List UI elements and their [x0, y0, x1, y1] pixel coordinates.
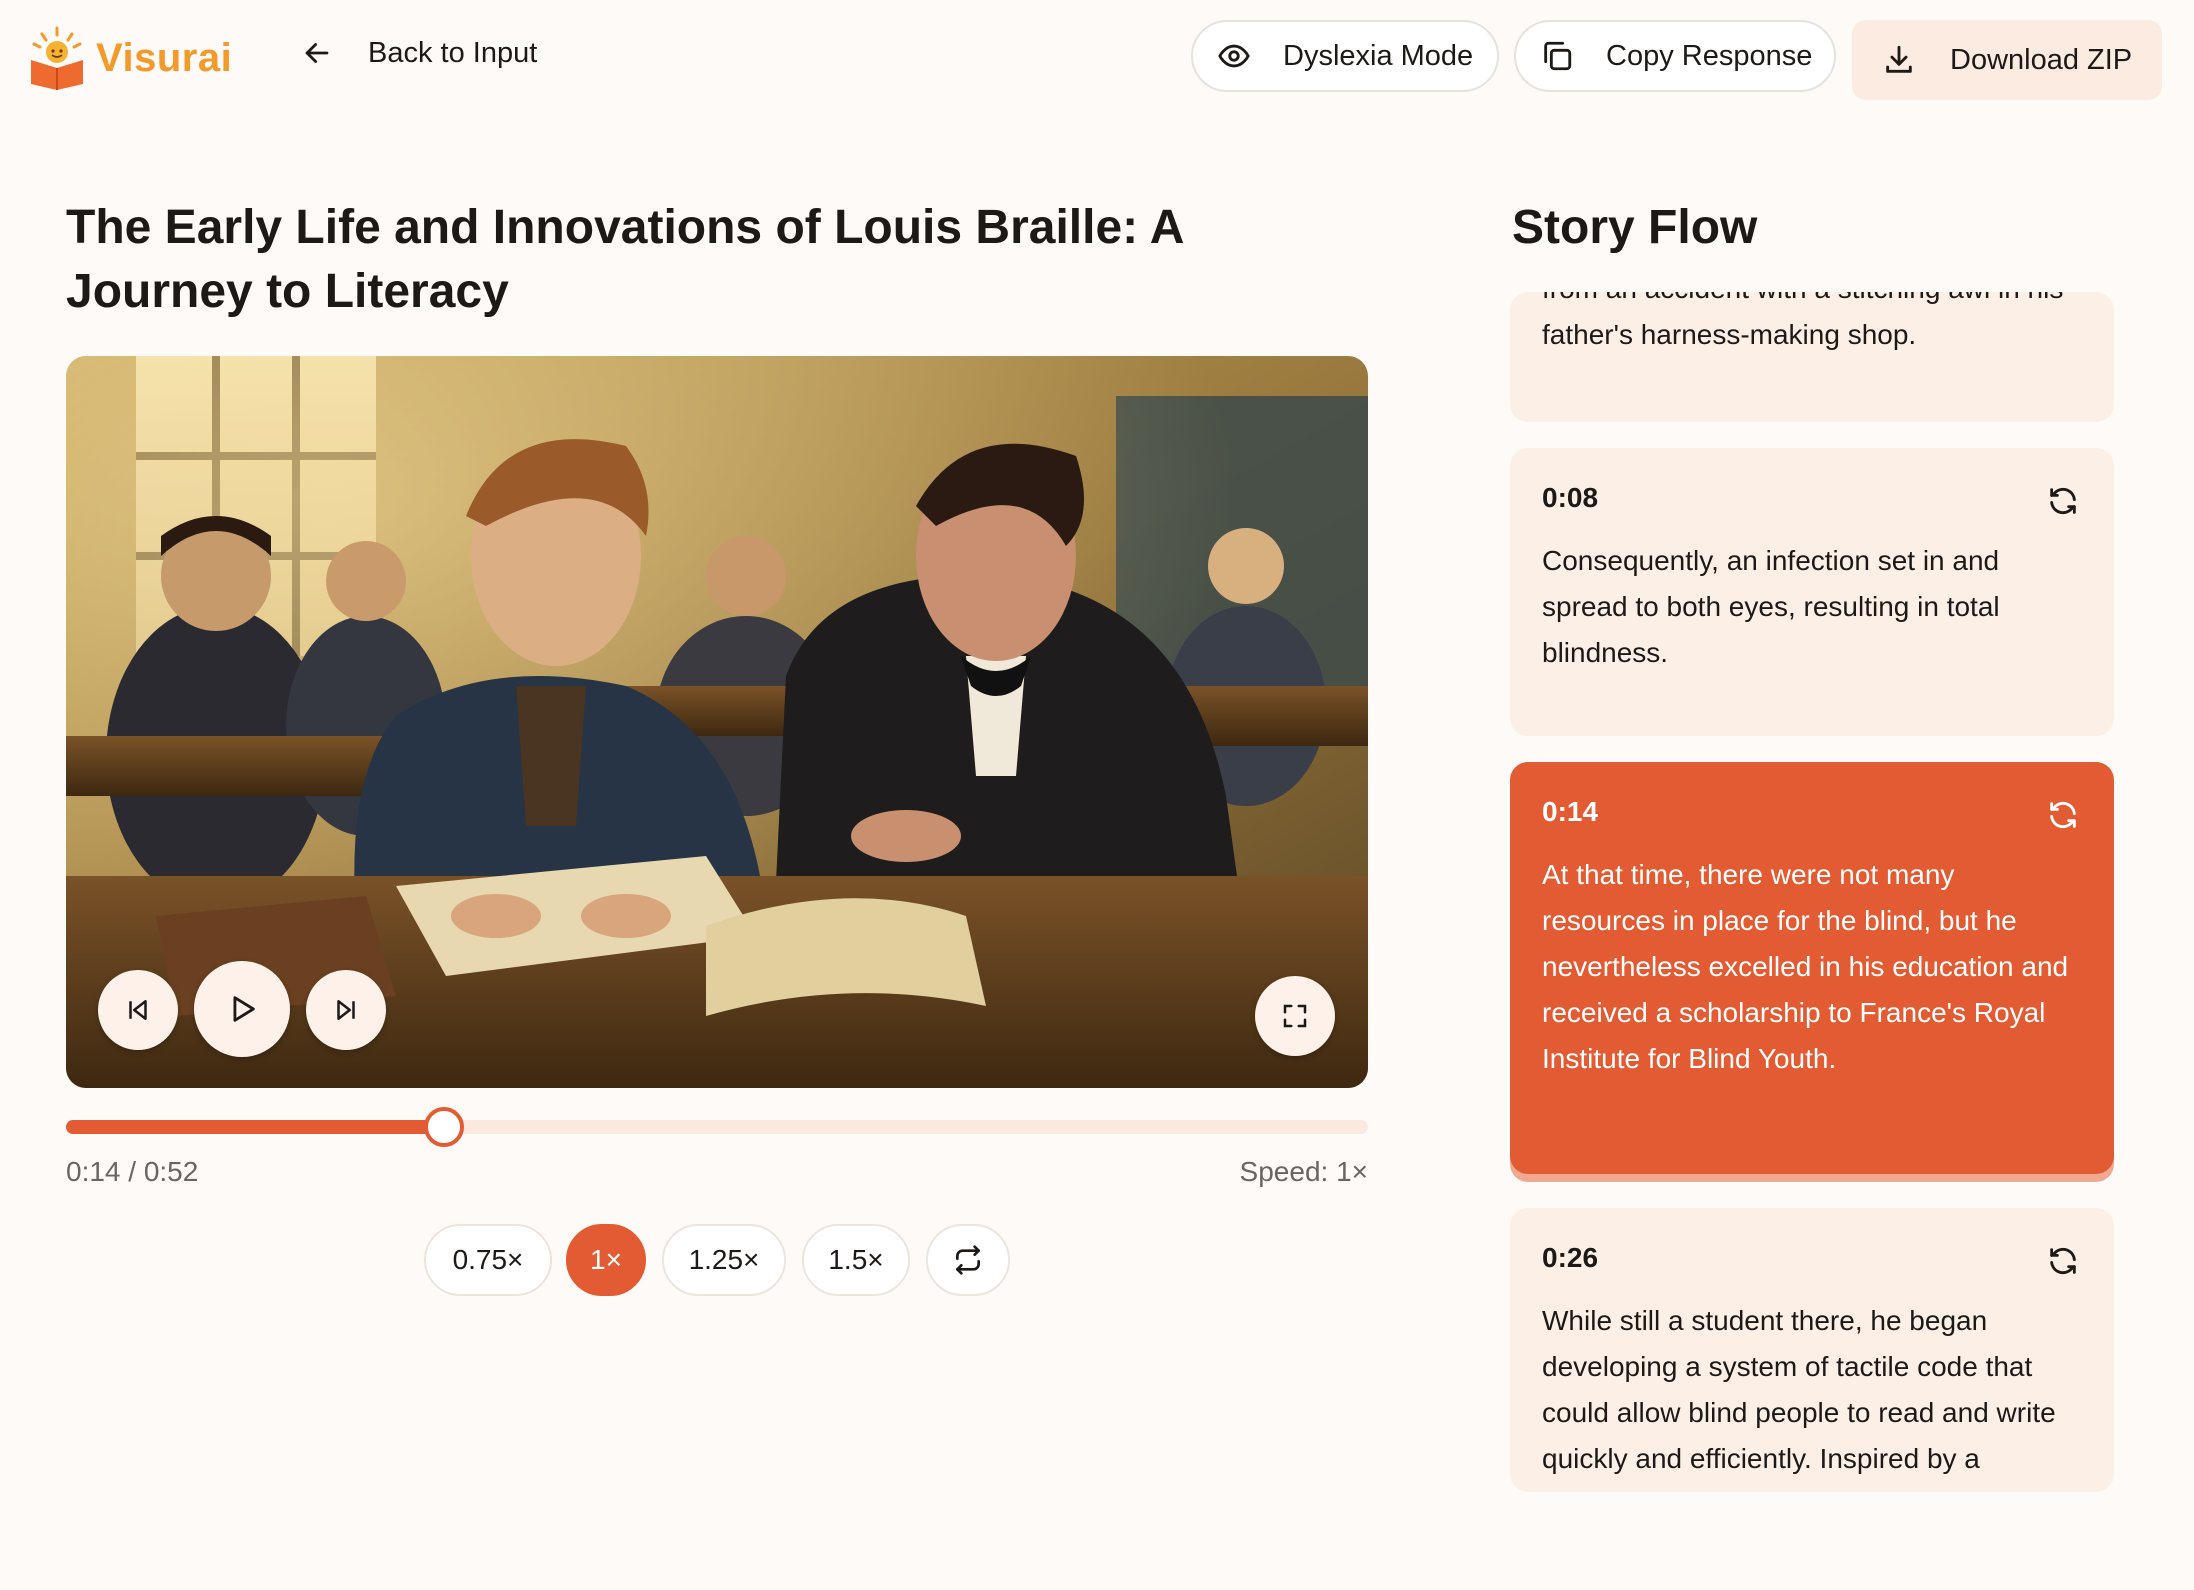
skip-back-icon: [129, 1000, 147, 1020]
loop-button[interactable]: [926, 1224, 1010, 1296]
story-card[interactable]: from an accident with a stitching awl in…: [1510, 292, 2114, 422]
story-card-text: from an accident with a stitching awl in…: [1542, 292, 2063, 350]
story-card-time: 0:14: [1542, 796, 1599, 827]
refresh-icon[interactable]: [2046, 484, 2080, 518]
copy-label: Copy Response: [1606, 39, 1813, 72]
video-player[interactable]: [66, 356, 1368, 1088]
story-title: The Early Life and Innovations of Louis …: [66, 201, 1183, 318]
speed-display: Speed: 1×: [1239, 1156, 1368, 1187]
time-display: 0:14 / 0:52: [66, 1156, 199, 1187]
story-card[interactable]: 0:08 Consequently, an infection set in a…: [1510, 448, 2114, 736]
back-label: Back to Input: [368, 36, 538, 69]
dyslexia-mode-button[interactable]: Dyslexia Mode: [1191, 20, 1499, 92]
progress-fill: [66, 1120, 444, 1134]
story-card-text: Consequently, an infection set in and sp…: [1542, 545, 2000, 668]
story-flow-list[interactable]: from an accident with a stitching awl in…: [1510, 292, 2116, 1492]
arrow-left-icon: [305, 43, 329, 63]
previous-scene-button[interactable]: [98, 970, 178, 1050]
copy-response-button[interactable]: Copy Response: [1514, 20, 1836, 92]
eye-icon: [1218, 44, 1250, 68]
download-label: Download ZIP: [1950, 43, 2133, 76]
copy-icon: [1544, 41, 1572, 71]
speed-option-1[interactable]: 1×: [566, 1224, 646, 1296]
fullscreen-icon: [1283, 1004, 1307, 1028]
play-icon: [233, 996, 255, 1022]
refresh-icon[interactable]: [2046, 798, 2080, 832]
progress-thumb[interactable]: [423, 1107, 464, 1147]
story-card-active[interactable]: 0:14 At that time, there were not many r…: [1510, 762, 2114, 1174]
logo-book-icon: [31, 26, 83, 90]
speed-option-075[interactable]: 0.75×: [424, 1224, 552, 1296]
story-card-text: At that time, there were not many resour…: [1542, 859, 2069, 1074]
dyslexia-label: Dyslexia Mode: [1283, 39, 1474, 72]
back-to-input-button[interactable]: Back to Input: [300, 36, 537, 70]
story-flow-title: Story Flow: [1512, 201, 1758, 254]
top-bar: Visurai Back to Input Dyslexia Mode Copy…: [0, 0, 2194, 120]
fullscreen-button[interactable]: [1255, 976, 1335, 1056]
download-zip-button[interactable]: Download ZIP: [1852, 20, 2162, 100]
repeat-icon: [956, 1245, 980, 1275]
logo-text: Visurai: [96, 35, 233, 80]
logo[interactable]: Visurai: [28, 26, 232, 90]
story-card-time: 0:26: [1542, 1242, 1599, 1273]
next-scene-button[interactable]: [306, 970, 386, 1050]
progress-bar[interactable]: [66, 1107, 1368, 1147]
story-card-time: 0:08: [1542, 482, 1599, 513]
play-button[interactable]: [194, 961, 290, 1057]
speed-option-15[interactable]: 1.5×: [802, 1224, 910, 1296]
skip-forward-icon: [337, 1000, 355, 1020]
story-card-text: While still a student there, he began de…: [1542, 1305, 2056, 1474]
speed-option-125[interactable]: 1.25×: [662, 1224, 786, 1296]
refresh-icon[interactable]: [2046, 1244, 2080, 1278]
download-icon: [1886, 45, 1912, 73]
story-card[interactable]: 0:26 While still a student there, he beg…: [1510, 1208, 2114, 1492]
